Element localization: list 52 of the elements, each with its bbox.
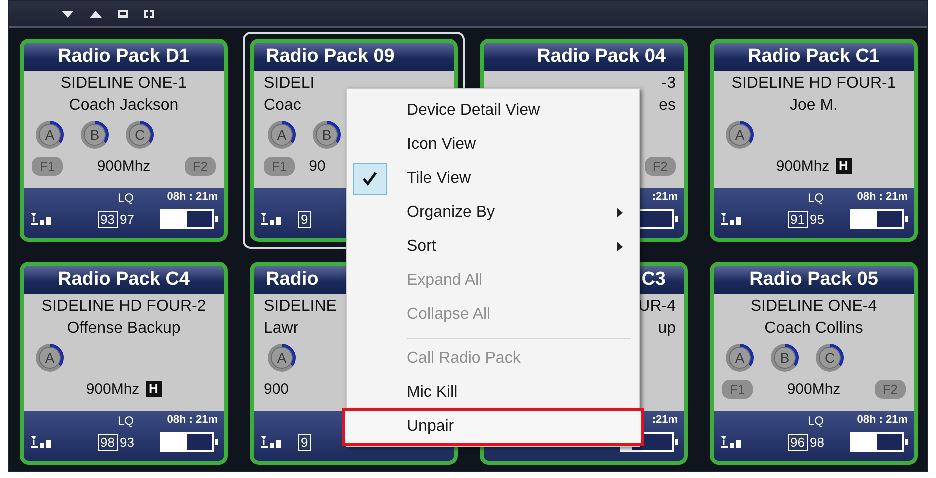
frequency: 900Mhz — [86, 380, 140, 398]
user-name: Coach Collins — [764, 319, 864, 339]
link-quality-box: 98 — [98, 434, 118, 450]
group-name: SIDELINE — [264, 297, 337, 317]
user-name: es — [659, 96, 676, 116]
tile-title: Radio Pack 04 — [537, 45, 666, 69]
lq-label: LQ — [808, 414, 824, 428]
tile-title: C3 — [642, 268, 666, 292]
tile-title: Radio Pack C4 — [58, 268, 190, 292]
battery-time: 08h : 21m — [857, 414, 908, 426]
user-name: Coac — [264, 96, 302, 116]
user-name: up — [658, 319, 676, 339]
tile-title: Radio Pack 05 — [750, 268, 878, 292]
link-quality-box: 91 — [788, 210, 808, 228]
link-quality-box: 9 — [298, 210, 312, 228]
lq-label: LQ — [118, 191, 134, 205]
tile-title: Radio — [266, 268, 319, 292]
group-name: SIDELI — [264, 74, 315, 94]
tile-title: Radio Pack C1 — [748, 45, 880, 69]
lq-label: LQ — [808, 191, 824, 205]
link-quality-box: 9 — [298, 434, 312, 450]
link-quality-value: 95 — [810, 212, 824, 226]
group-name: -3 — [662, 74, 676, 94]
link-quality-value: 97 — [120, 212, 134, 226]
frequency: 900 — [264, 380, 290, 398]
frequency: 900Mhz — [787, 380, 841, 398]
battery-time: 08h : 21m — [167, 191, 218, 203]
link-quality-value: 93 — [120, 434, 134, 450]
user-name: Joe M. — [790, 96, 838, 116]
frequency: 900Mhz — [97, 158, 151, 174]
hd-badge: H — [146, 381, 162, 397]
link-quality-box: 93 — [98, 210, 118, 228]
link-quality-box: 96 — [788, 434, 808, 450]
battery-time: :21m — [652, 414, 678, 426]
link-quality-value: 98 — [810, 434, 824, 450]
group-name: SIDELINE HD FOUR-2 — [42, 297, 206, 317]
group-name: SIDELINE ONE-1 — [60, 74, 188, 94]
frequency: 900Mhz — [776, 158, 830, 174]
user-name: Coach Jackson — [69, 96, 179, 116]
lq-label: LQ — [118, 414, 134, 428]
user-name: Lawr — [264, 319, 299, 339]
hd-badge: H — [836, 158, 852, 174]
group-name: UR-4 — [638, 297, 676, 317]
group-name: SIDELINE HD FOUR-1 — [732, 74, 896, 94]
tile-title: Radio Pack D1 — [58, 45, 190, 69]
battery-time: :21m — [652, 191, 678, 203]
battery-time: 08h : 21m — [167, 414, 218, 426]
frequency: 90 — [309, 158, 326, 174]
battery-time: 08h : 21m — [857, 191, 908, 203]
user-name: Offense Backup — [67, 319, 181, 339]
group-name: SIDELINE ONE-4 — [750, 297, 878, 317]
tile-title: Radio Pack 09 — [266, 45, 395, 69]
